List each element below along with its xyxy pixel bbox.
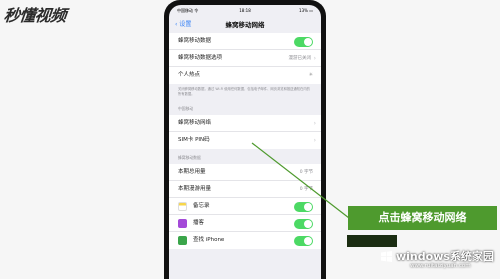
row-label: 蜂窝移动数据选项 xyxy=(178,55,223,61)
row-label: 个人热点 xyxy=(178,72,201,78)
footer-note: 关闭蜂窝移动数据，通过 Wi-Fi 使用任何数据，包括电子邮件、网页浏览和推送通… xyxy=(178,87,310,96)
watermark-url: www.ruitaiziyuan.com xyxy=(410,263,471,269)
find-iphone-app-icon xyxy=(178,236,187,245)
row-label: 蜂窝移动网络 xyxy=(178,120,212,126)
section-header-carrier: 中国移动 xyxy=(178,106,194,111)
instruction-callout: 点击蜂窝移动网络 xyxy=(348,206,497,230)
row-label: 查找 iPhone xyxy=(193,237,225,243)
row-value: 0 字节 xyxy=(299,170,313,175)
row-label: SIM卡 PIN码 xyxy=(178,137,210,143)
settings-group-network: 蜂窝移动网络 › SIM卡 PIN码 › xyxy=(169,115,321,149)
row-app-notes[interactable]: 备忘录 xyxy=(169,198,321,215)
chevron-right-icon: › xyxy=(313,55,316,62)
section-header-usage: 蜂窝移动数据 xyxy=(178,155,201,160)
navigation-bar: ‹ 设置 蜂窝移动网络 xyxy=(169,15,321,33)
site-logo: 秒懂视频 xyxy=(2,6,67,25)
loading-spinner-icon: ✳ xyxy=(308,72,313,78)
row-label: 本期总用量 xyxy=(178,169,206,175)
battery-indicator: 13% ▭ xyxy=(299,8,313,13)
row-cellular-data[interactable]: 蜂窝移动数据 xyxy=(169,33,321,50)
podcasts-app-icon xyxy=(178,219,187,228)
podcasts-data-toggle[interactable] xyxy=(294,218,313,229)
status-bar: 中国移动 令 18:18 13% ▭ xyxy=(169,5,321,15)
watermark-brand: windows系统家园 xyxy=(396,250,494,263)
notes-app-icon xyxy=(178,202,187,211)
row-app-podcasts[interactable]: 播客 xyxy=(169,215,321,232)
row-roaming: 本期漫游用量 0 字节 xyxy=(169,181,321,198)
page-title: 蜂窝移动网络 xyxy=(225,21,265,29)
cellular-data-toggle[interactable] xyxy=(294,36,313,47)
row-current-period: 本期总用量 0 字节 xyxy=(169,164,321,181)
notes-data-toggle[interactable] xyxy=(294,201,313,212)
chevron-right-icon: › xyxy=(313,120,316,127)
row-hotspot[interactable]: 个人热点 ✳ xyxy=(169,67,321,84)
settings-group-cellular: 蜂窝移动数据 蜂窝移动数据选项 漫游已关闭 › 个人热点 ✳ xyxy=(169,33,321,84)
row-value: 0 字节 xyxy=(299,187,313,192)
row-app-find[interactable]: 查找 iPhone xyxy=(169,232,321,249)
row-label: 本期漫游用量 xyxy=(178,186,212,192)
row-cellular-network[interactable]: 蜂窝移动网络 › xyxy=(169,115,321,132)
row-cellular-options[interactable]: 蜂窝移动数据选项 漫游已关闭 › xyxy=(169,50,321,67)
row-label: 备忘录 xyxy=(193,203,210,209)
phone-screen: 中国移动 令 18:18 13% ▭ ‹ 设置 蜂窝移动网络 蜂窝移动数据 蜂窝… xyxy=(169,5,321,279)
row-label: 播客 xyxy=(193,220,205,226)
row-value: 漫游已关闭 xyxy=(288,56,312,61)
chevron-right-icon: › xyxy=(313,137,316,144)
settings-group-usage: 本期总用量 0 字节 本期漫游用量 0 字节 备忘录 播客 查找 iPhone xyxy=(169,164,321,249)
windows-logo-icon xyxy=(381,251,392,262)
row-sim-pin[interactable]: SIM卡 PIN码 › xyxy=(169,132,321,149)
find-iphone-data-toggle[interactable] xyxy=(294,235,313,246)
windows-watermark: windows系统家园 www.ruitaiziyuan.com xyxy=(380,246,498,276)
row-label: 蜂窝移动数据 xyxy=(178,38,212,44)
